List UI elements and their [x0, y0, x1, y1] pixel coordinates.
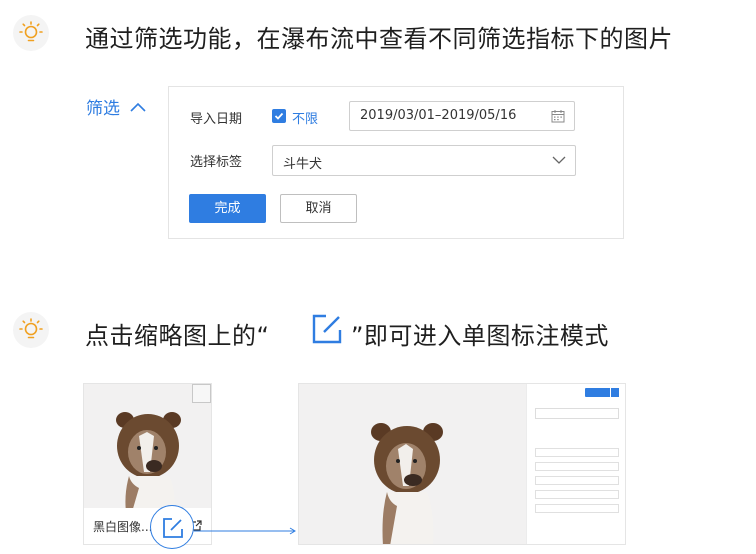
cancel-button[interactable]: 取消: [280, 194, 357, 223]
filter-toggle-label: 筛选: [86, 99, 120, 119]
date-range-value: 2019/03/01–2019/05/16: [360, 108, 517, 123]
section-2-title-before: 点击缩略图上的“: [85, 322, 270, 350]
sidebar-tag-row[interactable]: [535, 476, 619, 485]
section-1-title: 通过筛选功能，在瀑布流中查看不同筛选指标下的图片: [85, 25, 673, 53]
arrow-connector: [194, 527, 296, 535]
confirm-button[interactable]: 完成: [189, 194, 266, 223]
lightbulb-icon: [13, 15, 49, 51]
sidebar-tag-row[interactable]: [535, 490, 619, 499]
annotation-preview: [298, 383, 626, 545]
dog-photo: [371, 423, 443, 544]
sidebar-tag-row[interactable]: [535, 462, 619, 471]
unlimited-label[interactable]: 不限: [292, 108, 318, 127]
edit-icon: [312, 314, 342, 344]
date-range-picker[interactable]: 2019/03/01–2019/05/16: [349, 101, 575, 131]
unlimited-checkbox[interactable]: [272, 109, 286, 123]
sidebar-dropdown-button[interactable]: [610, 388, 619, 397]
edit-button[interactable]: [150, 505, 194, 549]
sidebar-tag-row[interactable]: [535, 448, 619, 457]
dog-photo: [116, 412, 181, 512]
import-date-label: 导入日期: [190, 112, 243, 127]
lightbulb-icon: [13, 312, 49, 348]
calendar-icon: [551, 110, 565, 123]
sidebar-search-input[interactable]: [535, 408, 619, 419]
sidebar-tag-row[interactable]: [535, 504, 619, 513]
filter-toggle[interactable]: 筛选: [86, 94, 146, 119]
filter-panel: 导入日期 不限 2019/03/01–2019/05/16 选择标签 斗牛犬 完…: [168, 86, 624, 239]
checkmark-icon: [274, 112, 284, 120]
edit-icon: [163, 518, 183, 538]
annotation-sidebar: [526, 384, 625, 544]
section-2-title-after: ”即可进入单图标注模式: [351, 322, 609, 350]
tag-label: 选择标签: [190, 155, 243, 170]
chevron-down-icon: [552, 156, 566, 164]
tag-select[interactable]: 斗牛犬: [272, 145, 576, 176]
tag-select-value: 斗牛犬: [283, 157, 323, 172]
chevron-up-icon: [130, 102, 146, 112]
